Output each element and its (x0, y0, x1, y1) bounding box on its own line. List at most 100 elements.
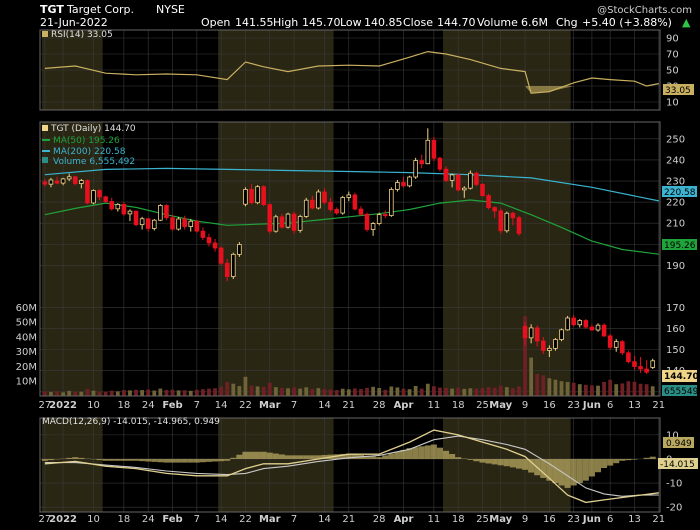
candle-body (358, 208, 364, 215)
watermark: @StockCharts.com (597, 5, 692, 16)
candle-body (632, 361, 637, 367)
candle-body (407, 176, 412, 187)
macd-tick-label: -10 (666, 479, 682, 490)
candle-body (291, 213, 297, 231)
exchange-label: NYSE (156, 3, 185, 16)
candle-body (249, 189, 254, 204)
candle-body (449, 174, 455, 181)
high-value: 145.70 (302, 16, 341, 29)
volume-bar (322, 389, 327, 396)
macd-histogram-bar (230, 457, 237, 459)
volume-bar (608, 379, 613, 396)
volume-bar (255, 386, 260, 396)
volume-bar (121, 390, 126, 396)
candle-body (638, 366, 643, 370)
macd-histogram-bar (199, 458, 206, 463)
volume-bar (602, 381, 606, 396)
volume-bar (249, 385, 254, 396)
open-label: Open (201, 16, 230, 29)
candle-body (498, 210, 504, 232)
volume-bar (553, 379, 558, 396)
x-tick-label-1-3: 18 (118, 514, 131, 525)
rsi-tick-label: 50 (666, 66, 679, 77)
candle-body (121, 204, 127, 215)
volume-bar (504, 387, 509, 396)
price-legend: TGT (Daily) 144.70 (50, 124, 136, 134)
candle-body (504, 212, 510, 232)
x-tick-label-1-23: 6 (607, 514, 613, 525)
volume-bar (55, 391, 59, 396)
price-tick-label: 230 (666, 177, 685, 188)
candle-body (534, 327, 540, 342)
macd-tag-text: -14.015 (660, 460, 695, 470)
macd-histogram-bar (619, 458, 626, 461)
volume-tick-label: 10M (16, 377, 37, 388)
price-tick-label: 250 (666, 134, 685, 145)
x-tick-label-1-13: 28 (373, 514, 386, 525)
macd-histogram-bar (443, 450, 450, 459)
ma200-legend: MA(200) 220.58 (53, 147, 126, 157)
low-label: Low (340, 16, 362, 29)
macd-histogram-bar (284, 455, 292, 459)
volume-bar (389, 386, 394, 396)
x-tick-label-0-21: 23 (567, 400, 580, 411)
candle-body (66, 176, 72, 180)
volume-bar (498, 385, 503, 396)
volume-bar (115, 391, 120, 396)
candle-body (285, 213, 291, 228)
macd-histogram-bar (388, 453, 395, 459)
macd-histogram-bar (564, 458, 571, 488)
macd-histogram-bar (449, 454, 456, 459)
volume-bar (334, 390, 339, 396)
candle-body (346, 194, 352, 198)
x-tick-label-1-4: 24 (142, 514, 155, 525)
candle-body (176, 218, 181, 230)
volume-bar (298, 388, 303, 396)
volume-bar (352, 388, 357, 396)
volume-bar (280, 387, 284, 396)
macd-histogram-bar (236, 454, 243, 459)
candle-body (486, 195, 491, 208)
macd-histogram-bar (303, 455, 310, 459)
macd-histogram-bar (370, 456, 377, 459)
candle-body (303, 199, 309, 217)
x-tick-label-1-7: 14 (215, 514, 228, 525)
volume-bar (188, 390, 193, 396)
macd-histogram-bar (163, 458, 170, 463)
volume-bar (158, 388, 163, 396)
macd-histogram-bar (467, 458, 474, 460)
macd-histogram-bar (515, 458, 523, 469)
volume-bar (261, 386, 266, 396)
macd-histogram-bar (649, 456, 656, 459)
month-shade-price-2 (443, 122, 571, 396)
volume-bar (267, 382, 272, 396)
x-tick-label-0-13: 28 (373, 400, 386, 411)
x-tick-label-0-23: 6 (607, 400, 613, 411)
volume-tick-label: 60M (16, 303, 37, 314)
volume-bar (316, 388, 321, 396)
volume-bar (450, 388, 455, 396)
volume-bar (371, 386, 375, 396)
candle-body (474, 172, 479, 185)
candle-body (510, 212, 516, 219)
macd-histogram-bar (625, 458, 632, 461)
macd-histogram-bar (133, 458, 140, 461)
close-label: Close (403, 16, 433, 29)
candle-body (382, 214, 388, 216)
volume-bar (79, 391, 84, 396)
volume-bar (61, 392, 65, 396)
candle-body (273, 216, 279, 232)
volume-bar (559, 381, 564, 396)
macd-histogram-bar (601, 458, 608, 469)
macd-histogram-bar (114, 458, 121, 461)
macd-histogram-bar (528, 458, 535, 473)
price-tick-label: 220 (666, 198, 685, 209)
volume-bar (577, 384, 582, 396)
candle-body (212, 242, 218, 249)
candle-body (419, 160, 425, 165)
candle-body (115, 204, 121, 210)
volume-bar (286, 388, 290, 396)
candle-body (48, 179, 54, 185)
price-legend-swatch (42, 125, 48, 131)
x-tick-label-1-14: Apr (394, 514, 414, 525)
